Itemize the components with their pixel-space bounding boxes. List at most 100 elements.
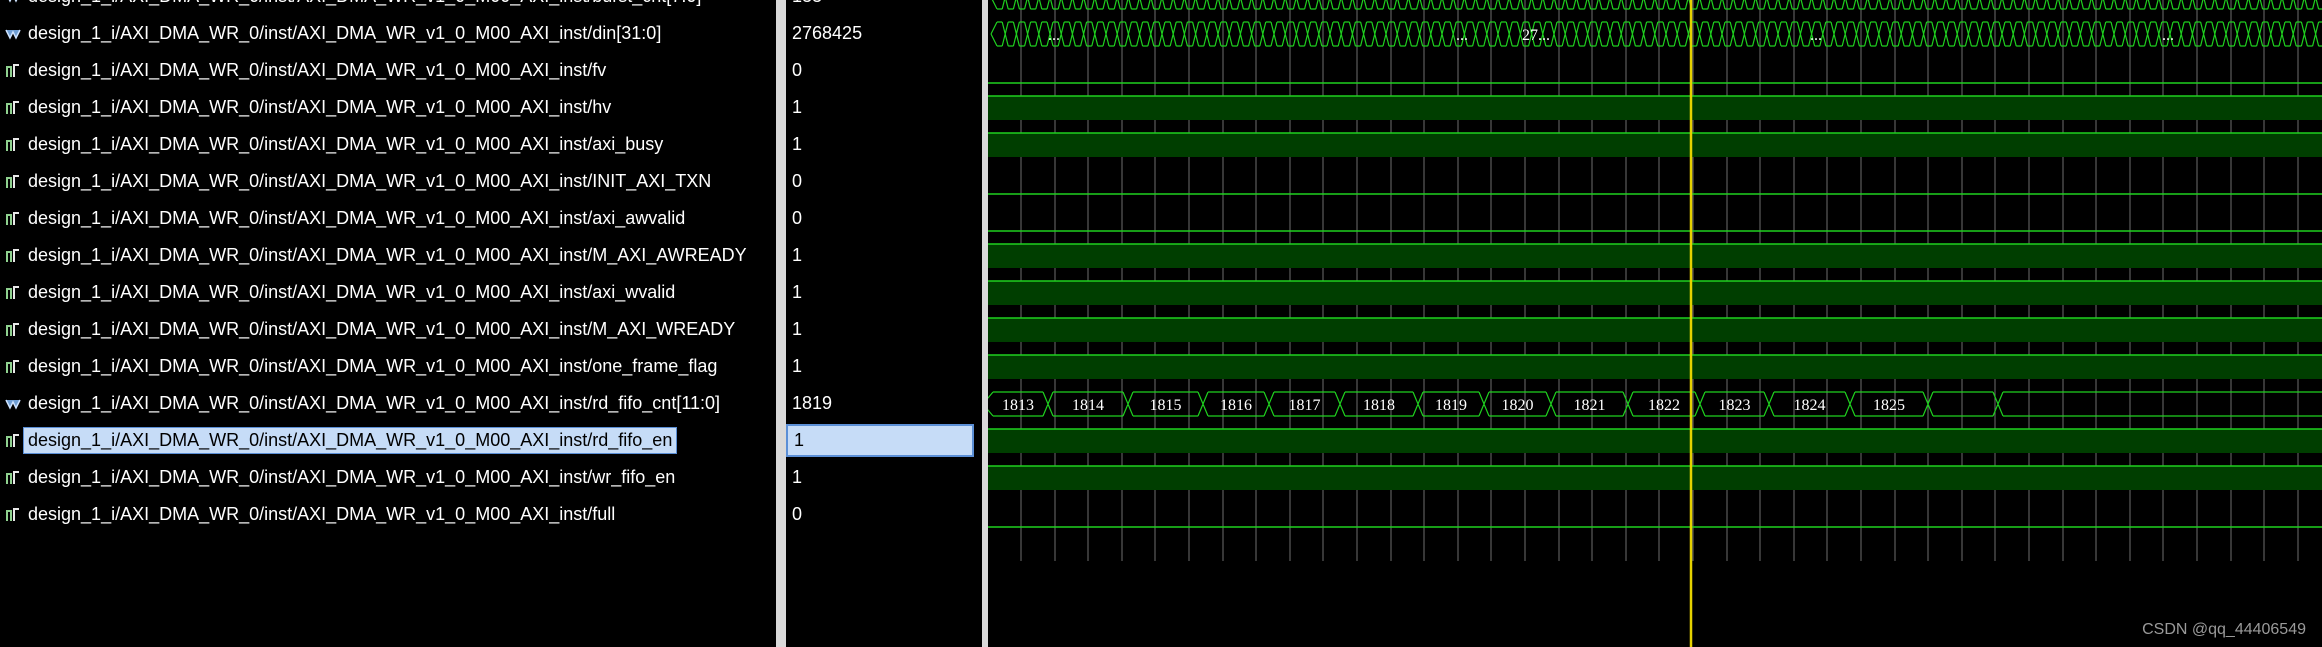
waveform-trace[interactable]: 1813 1814 1815 1816 1817 1818 1819 1820 1821 1822… — [988, 391, 2322, 417]
signal-value-row[interactable]: 0 — [786, 52, 982, 89]
logic-signal-icon — [4, 321, 22, 339]
waveform-trace[interactable] — [988, 243, 2322, 268]
waveform-trace[interactable] — [988, 280, 2322, 305]
bus-value-label: 1813 — [1002, 397, 1034, 414]
bus-value-label: ... — [1048, 27, 1060, 44]
logic-signal-icon — [4, 284, 22, 302]
signal-row[interactable]: design_1_i/AXI_DMA_WR_0/inst/AXI_DMA_WR_… — [0, 311, 776, 348]
bus-signal-icon — [4, 395, 22, 413]
signal-value-panel: 133 2768425 0 1 1 0 0 1 1 1 1 1819 1 1 0 — [786, 0, 982, 647]
logic-signal-icon — [4, 99, 22, 117]
bus-value-label: ... — [2162, 27, 2174, 44]
logic-signal-icon — [4, 136, 22, 154]
waveform-canvas[interactable]: ...... 27...... ...1813 1814 1815 1816 1817 181… — [988, 0, 2322, 647]
signal-value-row[interactable]: 0 — [786, 200, 982, 237]
logic-signal-icon — [4, 247, 22, 265]
panel-splitter-names-values[interactable] — [776, 0, 786, 647]
signal-name: design_1_i/AXI_DMA_WR_0/inst/AXI_DMA_WR_… — [28, 245, 747, 265]
signal-name: design_1_i/AXI_DMA_WR_0/inst/AXI_DMA_WR_… — [22, 427, 678, 454]
signal-value: 1 — [792, 245, 803, 265]
waveform-trace[interactable] — [988, 95, 2322, 120]
signal-name: design_1_i/AXI_DMA_WR_0/inst/AXI_DMA_WR_… — [28, 23, 662, 43]
signal-row[interactable]: design_1_i/AXI_DMA_WR_0/inst/AXI_DMA_WR_… — [0, 385, 776, 422]
bus-value-label: 1815 — [1150, 397, 1182, 414]
signal-name: design_1_i/AXI_DMA_WR_0/inst/AXI_DMA_WR_… — [28, 319, 736, 339]
waveform-trace[interactable] — [988, 354, 2322, 379]
signal-value: 133 — [786, 0, 822, 7]
signal-value-row[interactable]: 1819 — [786, 385, 982, 422]
signal-name-panel: design_1_i/AXI_DMA_WR_0/inst/AXI_DMA_WR_… — [0, 0, 776, 647]
signal-value: 1 — [792, 467, 803, 487]
signal-value-row[interactable]: 1 — [786, 126, 982, 163]
signal-name: design_1_i/AXI_DMA_WR_0/inst/AXI_DMA_WR_… — [28, 134, 664, 154]
signal-row[interactable]: design_1_i/AXI_DMA_WR_0/inst/AXI_DMA_WR_… — [0, 126, 776, 163]
signal-name: design_1_i/AXI_DMA_WR_0/inst/AXI_DMA_WR_… — [24, 0, 705, 9]
signal-value-row[interactable]: 2768425 — [786, 15, 982, 52]
signal-name: design_1_i/AXI_DMA_WR_0/inst/AXI_DMA_WR_… — [28, 60, 607, 80]
signal-name: design_1_i/AXI_DMA_WR_0/inst/AXI_DMA_WR_… — [28, 97, 612, 117]
bus-value-label: 1825 — [1873, 397, 1905, 414]
logic-signal-icon — [4, 358, 22, 376]
waveform-trace[interactable] — [988, 465, 2322, 490]
logic-signal-icon — [4, 62, 22, 80]
signal-name: design_1_i/AXI_DMA_WR_0/inst/AXI_DMA_WR_… — [28, 282, 676, 302]
waveform-trace[interactable]: ...... 27......... — [990, 21, 2322, 47]
signal-row[interactable]: design_1_i/AXI_DMA_WR_0/inst/AXI_DMA_WR_… — [0, 422, 776, 459]
logic-signal-icon — [4, 432, 22, 450]
logic-signal-icon — [4, 469, 22, 487]
bus-value-label: 1814 — [1072, 397, 1104, 414]
signal-value: 1 — [792, 356, 803, 376]
bus-value-label: 1818 — [1363, 397, 1395, 414]
signal-row[interactable]: design_1_i/AXI_DMA_WR_0/inst/AXI_DMA_WR_… — [0, 459, 776, 496]
signal-value-row[interactable]: 1 — [786, 348, 982, 385]
signal-row[interactable]: design_1_i/AXI_DMA_WR_0/inst/AXI_DMA_WR_… — [0, 89, 776, 126]
signal-name: design_1_i/AXI_DMA_WR_0/inst/AXI_DMA_WR_… — [28, 356, 718, 376]
signal-row[interactable]: design_1_i/AXI_DMA_WR_0/inst/AXI_DMA_WR_… — [0, 274, 776, 311]
logic-signal-icon — [4, 173, 22, 191]
signal-value-row[interactable]: 133 — [786, 0, 982, 15]
signal-value-row[interactable]: 0 — [786, 163, 982, 200]
signal-value-row[interactable]: 1 — [786, 274, 982, 311]
signal-value: 1 — [792, 97, 803, 117]
waveform-trace[interactable] — [988, 428, 2322, 453]
signal-value: 1 — [786, 424, 974, 457]
bus-value-label: 1823 — [1719, 397, 1751, 414]
signal-value: 0 — [792, 208, 803, 228]
signal-row[interactable]: design_1_i/AXI_DMA_WR_0/inst/AXI_DMA_WR_… — [0, 163, 776, 200]
signal-value-row[interactable]: 1 — [786, 459, 982, 496]
signal-row[interactable]: design_1_i/AXI_DMA_WR_0/inst/AXI_DMA_WR_… — [0, 0, 776, 15]
signal-row[interactable]: design_1_i/AXI_DMA_WR_0/inst/AXI_DMA_WR_… — [0, 15, 776, 52]
signal-row[interactable]: design_1_i/AXI_DMA_WR_0/inst/AXI_DMA_WR_… — [0, 496, 776, 533]
signal-value-row[interactable]: 1 — [786, 311, 982, 348]
signal-row[interactable]: design_1_i/AXI_DMA_WR_0/inst/AXI_DMA_WR_… — [0, 200, 776, 237]
signal-row[interactable]: design_1_i/AXI_DMA_WR_0/inst/AXI_DMA_WR_… — [0, 237, 776, 274]
signal-row[interactable]: design_1_i/AXI_DMA_WR_0/inst/AXI_DMA_WR_… — [0, 52, 776, 89]
bus-signal-icon — [4, 25, 22, 43]
bus-value-label: ... — [1810, 27, 1822, 44]
bus-value-label: 1822 — [1648, 397, 1680, 414]
signal-value: 1 — [792, 134, 803, 154]
signal-value-row[interactable]: 1 — [786, 237, 982, 274]
signal-name: design_1_i/AXI_DMA_WR_0/inst/AXI_DMA_WR_… — [28, 393, 721, 413]
watermark-text: CSDN @qq_44406549 — [2142, 621, 2306, 638]
waveform-trace[interactable] — [991, 0, 2322, 10]
bus-signal-icon — [4, 0, 22, 6]
waveform-panel[interactable]: ...... 27......... 1813 1814 1815 1816 1817 181… — [988, 0, 2322, 647]
waveform-trace[interactable] — [988, 317, 2322, 342]
bus-value-label: 1819 — [1435, 397, 1467, 414]
logic-signal-icon — [4, 210, 22, 228]
bus-value-label: 1821 — [1574, 397, 1606, 414]
bus-value-label: 1820 — [1502, 397, 1534, 414]
signal-row[interactable]: design_1_i/AXI_DMA_WR_0/inst/AXI_DMA_WR_… — [0, 348, 776, 385]
signal-name: design_1_i/AXI_DMA_WR_0/inst/AXI_DMA_WR_… — [28, 171, 712, 191]
signal-name: design_1_i/AXI_DMA_WR_0/inst/AXI_DMA_WR_… — [28, 208, 686, 228]
signal-value: 1 — [792, 282, 803, 302]
signal-value-row[interactable]: 1 — [786, 89, 982, 126]
signal-value-row[interactable]: 1 — [786, 422, 982, 459]
waveform-trace[interactable] — [988, 132, 2322, 157]
bus-value-label: 1817 — [1289, 397, 1321, 414]
bus-value-label: 1824 — [1794, 397, 1826, 414]
signal-value: 0 — [792, 60, 803, 80]
signal-value-row[interactable]: 0 — [786, 496, 982, 533]
signal-value: 1 — [792, 319, 803, 339]
